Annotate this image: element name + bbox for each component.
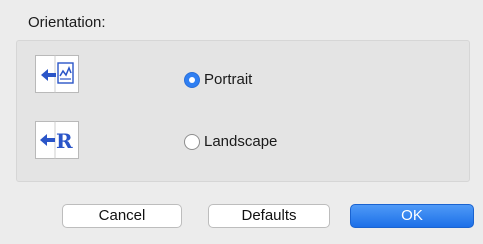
orientation-group xyxy=(16,40,470,182)
portrait-option[interactable]: Portrait xyxy=(184,71,252,88)
ok-button[interactable]: OK xyxy=(350,204,474,228)
landscape-option[interactable]: Landscape xyxy=(184,133,277,150)
orientation-title: Orientation: xyxy=(28,14,106,31)
landscape-radio[interactable] xyxy=(184,133,200,150)
landscape-label: Landscape xyxy=(204,133,278,150)
portrait-radio[interactable] xyxy=(184,71,200,88)
portrait-label: Portrait xyxy=(204,71,253,88)
cancel-button[interactable]: Cancel xyxy=(62,204,182,228)
defaults-button[interactable]: Defaults xyxy=(208,204,330,228)
landscape-orientation-icon: R xyxy=(34,120,80,160)
portrait-orientation-icon xyxy=(34,54,80,94)
landscape-icon-letter: R xyxy=(56,129,73,153)
